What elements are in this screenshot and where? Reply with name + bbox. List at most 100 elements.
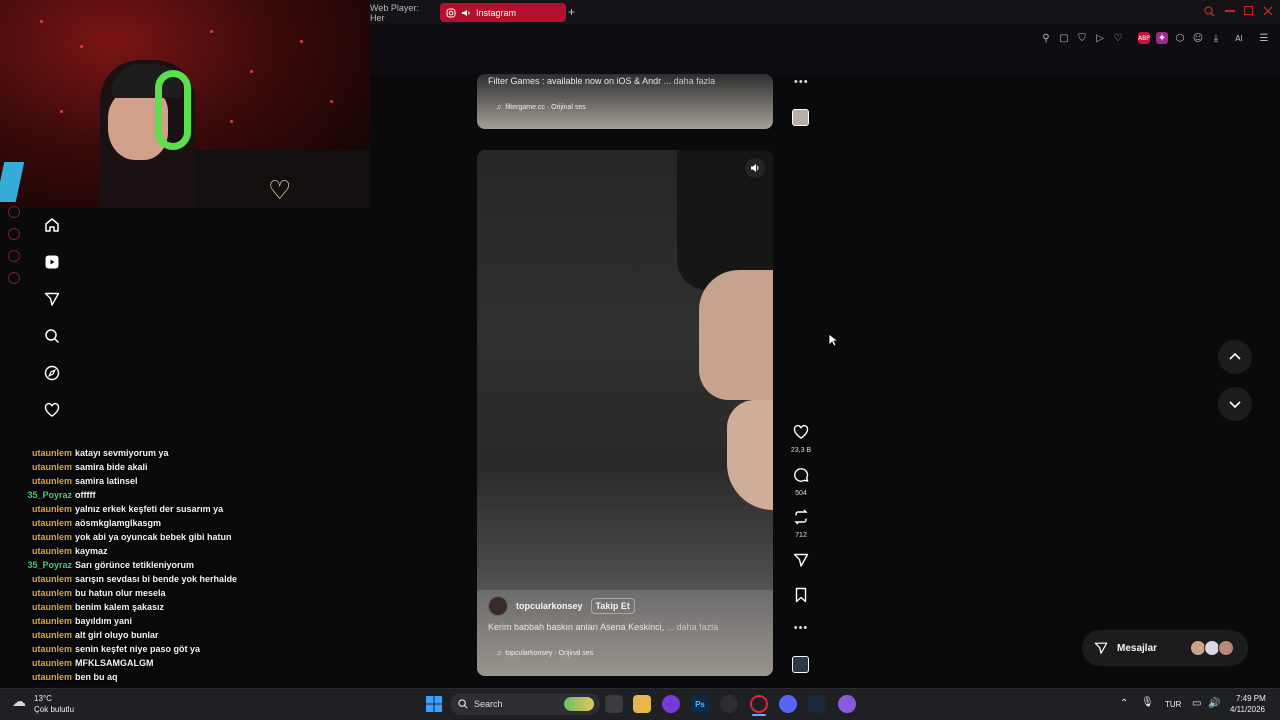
chat-text: kaymaz bbox=[75, 546, 108, 556]
screenshot-icon[interactable]: ▢ bbox=[1058, 32, 1070, 44]
tab-instagram[interactable]: Instagram bbox=[440, 3, 566, 22]
compass-icon[interactable] bbox=[42, 363, 62, 383]
more-options-icon[interactable]: ••• bbox=[788, 622, 814, 634]
next-reel-button[interactable] bbox=[1218, 387, 1252, 421]
sidebar-dim-icon[interactable] bbox=[8, 206, 20, 218]
reel-card-current[interactable]: topcularkonsey Takip Et Kerim babbah bas… bbox=[477, 150, 773, 676]
audio-thumbnail[interactable] bbox=[792, 109, 809, 126]
language-indicator[interactable]: TUR bbox=[1165, 700, 1181, 709]
microphone-icon[interactable]: 🎙 bbox=[1141, 697, 1154, 708]
chat-username: utaunlem bbox=[31, 518, 72, 528]
heart-outline-icon[interactable]: ♡ bbox=[1112, 32, 1124, 44]
obs-icon[interactable] bbox=[720, 695, 738, 713]
more-options-icon[interactable]: ••• bbox=[794, 76, 809, 88]
download-icon[interactable]: ⤓ bbox=[1210, 32, 1222, 44]
menu-icon[interactable]: ☰ bbox=[1258, 32, 1270, 44]
like-button[interactable]: 23,3 B bbox=[788, 424, 814, 454]
chat-message: utaunlem bayıldım yani bbox=[18, 614, 348, 628]
audio-label: filtergame.cc · Orijinal ses bbox=[505, 104, 586, 111]
taskbar-search[interactable]: Search bbox=[450, 693, 600, 715]
save-button[interactable] bbox=[788, 587, 814, 608]
chat-username: utaunlem bbox=[31, 672, 72, 682]
weather-icon[interactable]: ☁ bbox=[12, 694, 26, 710]
clock-time[interactable]: 7:49 PM bbox=[1236, 694, 1266, 703]
chat-text: ben bu aq bbox=[75, 672, 118, 682]
comment-button[interactable]: 504 bbox=[788, 467, 814, 497]
more-link[interactable]: ... daha fazla bbox=[667, 622, 719, 632]
app-icon[interactable] bbox=[838, 695, 856, 713]
new-tab-button[interactable]: + bbox=[568, 5, 575, 19]
mouse-cursor-icon bbox=[828, 333, 838, 347]
pin-icon[interactable]: ⚲ bbox=[1040, 32, 1052, 44]
chat-message: utaunlem MFKLSAMGALGM bbox=[18, 656, 348, 670]
chat-text: offfff bbox=[75, 490, 96, 500]
extension-icon[interactable]: ✦ bbox=[1156, 32, 1168, 44]
reel-audio[interactable]: ♫ topcularkonsey · Orijinal ses bbox=[496, 650, 593, 657]
heart-icon[interactable] bbox=[42, 400, 62, 420]
heart-icon bbox=[793, 424, 809, 439]
minimize-button[interactable] bbox=[1225, 10, 1235, 12]
previous-reel-button[interactable] bbox=[1218, 340, 1252, 374]
active-indicator bbox=[752, 714, 766, 716]
comment-count: 504 bbox=[795, 490, 807, 497]
chat-username: utaunlem bbox=[31, 602, 72, 612]
clock-date[interactable]: 4/11/2026 bbox=[1230, 705, 1265, 714]
chat-icon[interactable] bbox=[8, 250, 20, 262]
chat-text: sarışın sevdası bi bende yok herhalde bbox=[75, 574, 238, 584]
reels-icon[interactable] bbox=[42, 252, 62, 272]
start-button[interactable] bbox=[425, 695, 443, 713]
search-icon[interactable] bbox=[42, 326, 62, 346]
settings-icon[interactable] bbox=[8, 272, 20, 284]
file-explorer-icon[interactable] bbox=[633, 695, 651, 713]
webcam-overlay: ♡ bbox=[0, 0, 370, 208]
repost-button[interactable]: 712 bbox=[788, 509, 814, 539]
profile-icon[interactable]: ☺ bbox=[1192, 32, 1204, 44]
reel-video-shape bbox=[699, 270, 773, 400]
avatar[interactable] bbox=[488, 596, 508, 616]
app-icon[interactable] bbox=[662, 695, 680, 713]
send-icon[interactable] bbox=[42, 289, 62, 309]
history-icon[interactable] bbox=[8, 228, 20, 240]
home-icon[interactable] bbox=[42, 215, 62, 235]
audio-thumbnail[interactable] bbox=[792, 656, 809, 673]
discord-icon[interactable] bbox=[779, 695, 797, 713]
chat-message: 35_Poyraz offfff bbox=[18, 488, 348, 502]
chat-username: utaunlem bbox=[31, 574, 72, 584]
tray-overflow-icon[interactable]: ⌃ bbox=[1120, 698, 1128, 709]
network-icon[interactable]: ▭ bbox=[1192, 698, 1201, 709]
search-icon[interactable] bbox=[1204, 6, 1215, 17]
chat-username: utaunlem bbox=[31, 644, 72, 654]
bookmark-icon bbox=[795, 587, 807, 603]
reel-caption: Kerim babbah baskın anları Asena Keskinc… bbox=[488, 622, 718, 632]
messages-button[interactable]: Mesajlar bbox=[1082, 630, 1248, 666]
tab-web-player[interactable]: Web Player: Her bbox=[364, 3, 436, 23]
reel-card-previous[interactable]: Filter Games : available now on iOS & An… bbox=[477, 74, 773, 129]
more-link[interactable]: ... daha fazla bbox=[664, 76, 716, 86]
steam-icon[interactable] bbox=[808, 695, 826, 713]
photoshop-icon[interactable]: Ps bbox=[691, 695, 709, 713]
ai-button[interactable]: AI bbox=[1230, 32, 1248, 44]
adblock-icon[interactable]: ABP bbox=[1138, 32, 1150, 44]
close-icon[interactable] bbox=[1263, 6, 1273, 16]
chat-message: utaunlem alt girl oluyo bunlar bbox=[18, 628, 348, 642]
follow-button[interactable]: Takip Et bbox=[590, 598, 635, 614]
maximize-button[interactable] bbox=[1244, 6, 1253, 15]
chat-username: utaunlem bbox=[31, 658, 72, 668]
chat-text: katayı sevmiyorum ya bbox=[75, 448, 169, 458]
speaker-icon[interactable] bbox=[461, 8, 471, 18]
task-view-icon[interactable] bbox=[605, 695, 623, 713]
chat-text: aösmkglamglkasgm bbox=[75, 518, 162, 528]
chat-message: utaunlem samira latinsel bbox=[18, 474, 348, 488]
share-button[interactable] bbox=[788, 552, 814, 573]
chat-message: utaunlem ben bu aq bbox=[18, 670, 348, 684]
reel-audio[interactable]: ♫ filtergame.cc · Orijinal ses bbox=[496, 104, 586, 111]
chat-username: utaunlem bbox=[31, 630, 72, 640]
volume-icon[interactable]: 🔊 bbox=[1208, 698, 1220, 709]
opera-gx-icon[interactable] bbox=[750, 695, 768, 713]
username-link[interactable]: topcularkonsey bbox=[516, 601, 583, 611]
play-icon[interactable]: ▷ bbox=[1094, 32, 1106, 44]
shield-icon[interactable]: ⛉ bbox=[1076, 32, 1088, 44]
ai-label: AI bbox=[1235, 33, 1243, 43]
puzzle-icon[interactable]: ⬡ bbox=[1174, 32, 1186, 44]
mute-toggle[interactable] bbox=[745, 158, 765, 178]
